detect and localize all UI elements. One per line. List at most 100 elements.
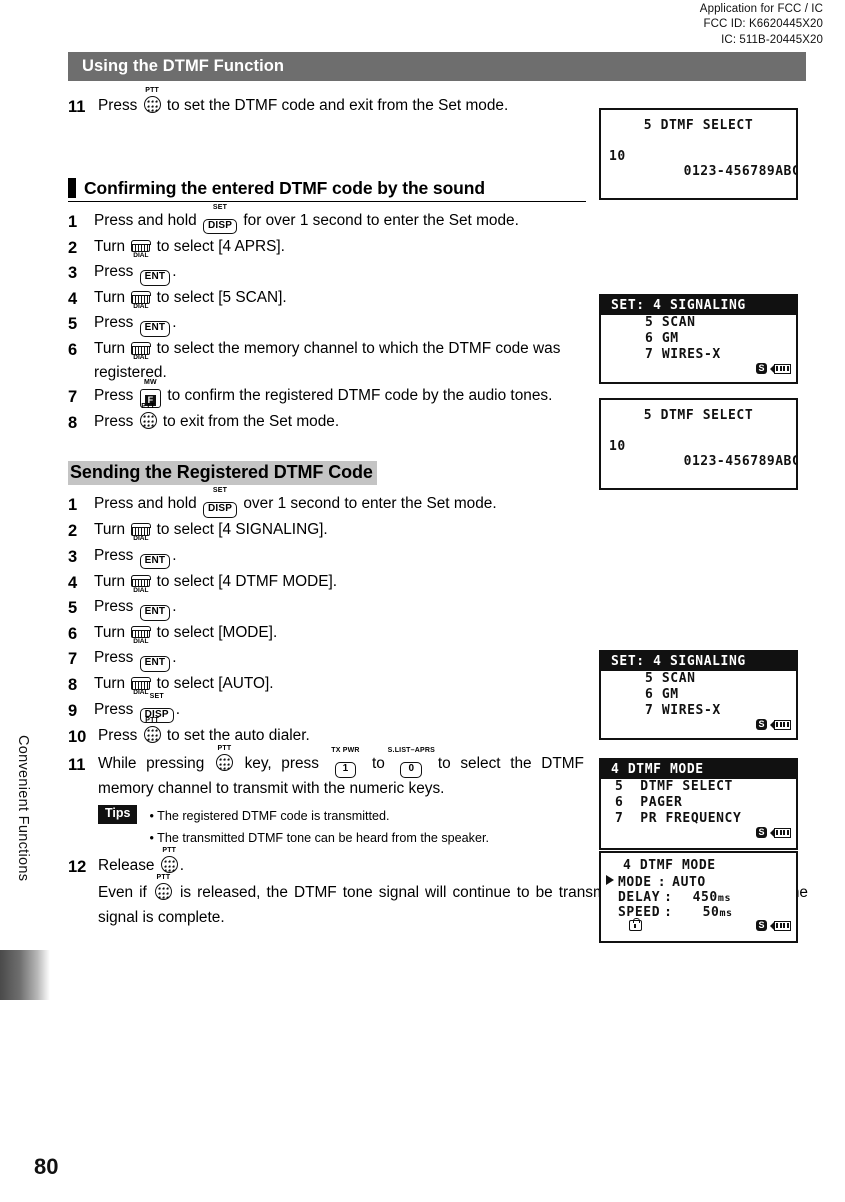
step-text: Press ENT. [94,261,820,286]
ent-key-icon[interactable]: ENT [139,264,171,286]
step-number: 11 [68,756,86,775]
lcd-row-unit: ms [719,908,733,919]
step-number: 6 [68,624,78,643]
lcd-menu-item: 7 WIRES-X [645,347,721,362]
lcd-row-value: 450 [692,890,718,905]
step-text-after: to set the auto dialer. [166,726,310,744]
step-text-after: to select [MODE]. [156,623,278,641]
step-row: 6 Turn DIAL to select [MODE]. [68,622,820,646]
lcd-highlight-row: SET: 4 SIGNALING [601,296,796,315]
step-text-after: to select the memory channel to which th… [94,340,561,381]
battery-icon [770,920,791,931]
tips-list: • The registered DTMF code is transmitte… [149,805,488,849]
lcd-title: 4 DTMF MODE [623,858,716,873]
numeric-key-1-icon[interactable]: TX PWR 1 [331,747,359,778]
step-text: Press and hold SET DISP over 1 second to … [94,487,820,518]
step-row: 3 Press ENT. [68,545,820,570]
lcd-menu-item: 5 SCAN [645,671,696,686]
step-text-after: . [172,263,177,281]
step-text-after: . [175,700,181,718]
ent-key-icon[interactable]: ENT [139,599,171,621]
step-text-part2: key, press [244,755,319,773]
step-number: 5 [68,315,78,334]
lcd-code-value: 0123-456789ABCD [683,164,798,179]
battery-icon [770,719,791,730]
ent-key-icon[interactable]: ENT [139,650,171,672]
step-text-after: . [172,649,177,667]
compliance-header: Application for FCC / IC FCC ID: K662044… [700,2,823,48]
lcd-highlight-row: 4 DTMF MODE [601,760,796,779]
lcd-detail-row: MODE: AUTO [601,875,796,890]
step-text-before: Press [98,726,138,744]
lcd-menu-item: 7 WIRES-X [645,703,721,718]
step-number: 8 [68,676,78,695]
ent-key-icon[interactable]: ENT [139,315,171,337]
step-text-before: Turn [94,289,126,307]
lcd-row-label: SPEED [618,905,661,920]
lcd-dtmf-mode-detail: 4 DTMF MODE MODE: AUTO DELAY:450 ms SPEED:… [599,851,798,943]
compliance-line-3: IC: 511B-20445X20 [721,33,823,46]
step-number: 7 [68,387,78,406]
step-text-before: Press and hold [94,495,197,513]
step-text-before: Turn [94,572,126,590]
step-text: Turn DIAL to select [4 APRS]. [94,236,820,260]
dial-knob-icon[interactable]: DIAL [130,574,151,594]
lock-icon [629,918,642,932]
ptt-key-icon[interactable]: PTT [215,745,233,778]
dial-knob-icon[interactable]: DIAL [130,239,151,259]
lcd-row-value: 50 [702,905,720,920]
ptt-key-icon[interactable]: PTT [139,403,157,436]
ent-key-icon[interactable]: ENT [139,548,171,570]
section-heading-confirming: Confirming the entered DTMF code by the … [68,178,586,202]
step-row: 4 Turn DIAL to select [4 DTMF MODE]. [68,571,820,595]
step-number: 4 [68,573,78,592]
step-text-part3: to [371,755,385,773]
step-text-before: Turn [94,237,126,255]
lcd-detail-row: SPEED: 50 ms [601,905,796,920]
step-11-row: 11 While pressing PTT key, press TX PWR 1… [68,745,584,800]
ptt-key-icon[interactable]: PTT [143,87,161,120]
tips-item: • The registered DTMF code is transmitte… [149,809,390,824]
step-text-after: to set the DTMF code and exit from the S… [166,97,509,114]
dial-knob-icon[interactable]: DIAL [130,626,151,645]
numeric-key-0-icon[interactable]: S.LIST–APRS 0 [388,747,435,778]
step-number: 11 [68,98,86,116]
step-text: Turn DIAL to select [MODE]. [94,622,820,646]
step-text-before: Press and hold [94,211,197,229]
lcd-menu-item: 5 SCAN [645,315,696,330]
step-text-part1: While pressing [98,755,205,773]
step-row: 3 Press ENT. [68,261,820,286]
dial-knob-icon[interactable]: DIAL [130,677,151,697]
disp-set-key-icon[interactable]: SET DISP [202,204,238,235]
disp-set-key-icon[interactable]: SET DISP [202,487,238,518]
step-text-before: Press [94,700,134,718]
step-text-before: Press [94,649,134,667]
note-indent-spacer [68,882,98,883]
step-text-after: to select [AUTO]. [156,675,274,693]
section-title-bar: Using the DTMF Function [68,52,806,81]
ptt-key-icon[interactable]: PTT [143,717,161,750]
tips-item: • The transmitted DTMF tone can be heard… [149,831,489,846]
step-text-after: to exit from the Set mode. [162,412,340,430]
lcd-dtmf-select-1: 5 DTMF SELECT 10 0123-456789ABCD✱ ▼ S [599,108,798,200]
lcd-row-label: DELAY [618,890,661,905]
step-number: 2 [68,238,78,257]
lcd-title: 5 DTMF SELECT [643,118,754,133]
dial-knob-icon[interactable]: DIAL [130,342,151,362]
ptt-key-icon[interactable]: PTT [154,874,172,907]
step-text: While pressing PTT key, press TX PWR 1 to… [98,745,584,800]
step-text: Turn DIAL to select [4 DTMF MODE]. [94,571,820,595]
step-text-after: to confirm the registered DTMF code by t… [167,386,553,404]
step-number: 8 [68,413,78,432]
step-number: 1 [68,212,78,231]
step-text-after: . [179,857,185,875]
step-text-after: to select [4 SIGNALING]. [156,521,328,539]
numeric-key-1-cap: TX PWR [331,747,360,755]
s-meter-badge-icon: S [755,920,767,932]
dial-knob-icon[interactable]: DIAL [130,523,151,543]
step-text-after: . [172,546,177,564]
dial-knob-icon[interactable]: DIAL [130,291,151,311]
step-text-before: Press [94,598,134,616]
lcd-channel: 10 [609,439,626,454]
step-text-before: Press [98,97,138,114]
